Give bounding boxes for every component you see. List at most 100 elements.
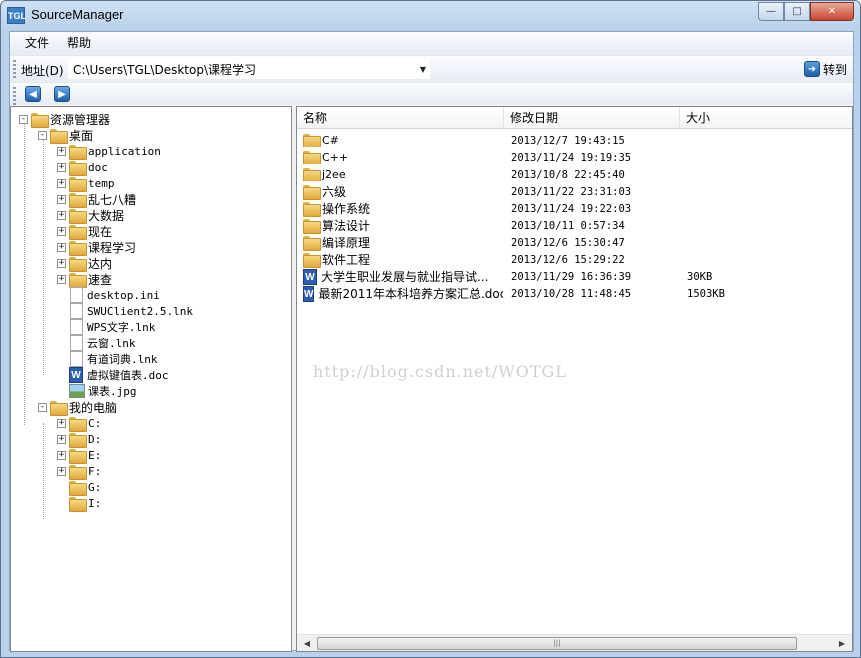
tree-item-label: 有道词典.lnk — [87, 353, 158, 366]
folder-tree[interactable]: - 资源管理器 - 桌面 + application + doc + temp + 乱七八糟 + 大数据 +… — [10, 106, 292, 652]
tree-item-label: 资源管理器 — [50, 112, 111, 127]
address-label: 地址(D) — [21, 64, 64, 78]
tree-item-label: desktop.ini — [87, 288, 160, 302]
column-header-date[interactable]: 修改日期 — [504, 107, 680, 129]
title-bar[interactable]: TGL SourceManager — □ ✕ — [1, 1, 860, 31]
file-list[interactable]: 名称 修改日期 大小 C# 2013/12/7 19:43:15 C++ 2013/1… — [296, 106, 853, 652]
file-name: j2ee — [322, 168, 346, 181]
tree-folder[interactable]: + temp — [57, 175, 115, 192]
toolbar-grip[interactable] — [13, 87, 16, 105]
tree-folder[interactable]: + 现在 — [57, 223, 112, 240]
list-item[interactable]: W 最新2011年本科培养方案汇总.doc 2013/10/28 11:48:45 1… — [297, 285, 852, 302]
tree-folder[interactable]: + 速查 — [57, 271, 113, 288]
address-combobox[interactable]: C:\Users\TGL\Desktop\课程学习 ▼ — [68, 59, 430, 79]
tree-file[interactable]: SWUClient2.5.lnk — [57, 303, 193, 319]
tree-file[interactable]: desktop.ini — [57, 287, 160, 303]
toolbar-grip[interactable] — [13, 60, 16, 78]
expand-icon[interactable]: + — [57, 466, 66, 476]
tree-folder[interactable]: + application — [57, 143, 161, 160]
list-item[interactable]: 算法设计 2013/10/11 0:57:34 — [297, 217, 852, 234]
column-header-size[interactable]: 大小 — [680, 107, 852, 129]
expand-icon[interactable]: + — [57, 178, 66, 188]
tree-folder[interactable]: + doc — [57, 159, 108, 176]
tree-drive[interactable]: G: — [57, 479, 102, 496]
scroll-left-icon[interactable]: ◀ — [299, 637, 315, 650]
forward-button[interactable]: ▶ — [54, 86, 70, 102]
list-item[interactable]: 六级 2013/11/22 23:31:03 — [297, 183, 852, 200]
tree-item-label: 我的电脑 — [69, 400, 118, 415]
file-icon — [70, 287, 83, 303]
expand-icon[interactable]: + — [57, 162, 66, 172]
horizontal-scrollbar[interactable]: ◀ ||| ▶ — [297, 634, 852, 651]
tree-folder[interactable]: + 达内 — [57, 255, 112, 272]
expand-icon[interactable]: + — [57, 418, 66, 428]
collapse-icon[interactable]: - — [38, 130, 47, 140]
tree-file[interactable]: W 虚拟键值表.doc — [57, 367, 169, 383]
tree-item-label: 课表.jpg — [88, 385, 137, 398]
expand-icon[interactable]: + — [57, 146, 66, 156]
tree-item-label: G: — [88, 480, 102, 494]
expand-icon[interactable]: + — [57, 210, 66, 220]
tree-file[interactable]: 有道词典.lnk — [57, 351, 158, 367]
tree-folder[interactable]: + 大数据 — [57, 207, 124, 224]
scroll-thumb[interactable]: ||| — [317, 637, 797, 650]
list-item[interactable]: 软件工程 2013/12/6 15:29:22 — [297, 251, 852, 268]
expand-icon[interactable]: + — [57, 258, 66, 268]
tree-drive[interactable]: + C: — [57, 415, 101, 432]
cell-name: 软件工程 — [303, 251, 503, 268]
cell-modified-date: 2013/11/24 19:22:03 — [511, 202, 632, 215]
window-title: SourceManager — [31, 7, 124, 22]
back-button[interactable]: ◀ — [25, 86, 41, 102]
menu-file[interactable]: 文件 — [10, 32, 58, 54]
list-item[interactable]: C++ 2013/11/24 19:19:35 — [297, 149, 852, 166]
list-item[interactable]: 操作系统 2013/11/24 19:22:03 — [297, 200, 852, 217]
tree-root[interactable]: - 资源管理器 — [19, 111, 111, 128]
expand-icon[interactable]: + — [57, 194, 66, 204]
menu-help[interactable]: 帮助 — [58, 32, 100, 54]
tree-file[interactable]: 课表.jpg — [57, 383, 137, 399]
cell-modified-date: 2013/11/22 23:31:03 — [511, 185, 632, 198]
collapse-icon[interactable]: - — [19, 114, 28, 124]
tree-folder[interactable]: + 乱七八糟 — [57, 191, 136, 208]
list-item[interactable]: j2ee 2013/10/8 22:45:40 — [297, 166, 852, 183]
minimize-button[interactable]: — — [758, 2, 784, 21]
file-icon — [70, 351, 83, 367]
tree-drive[interactable]: + F: — [57, 463, 101, 480]
tree-drive[interactable]: + E: — [57, 447, 101, 464]
arrow-right-icon: ➜ — [803, 61, 820, 77]
tree-desktop[interactable]: - 桌面 — [38, 127, 93, 144]
folder-icon — [69, 272, 87, 288]
folder-icon — [303, 219, 321, 234]
address-toolbar: 地址(D) C:\Users\TGL\Desktop\课程学习 ▼ ➜ 转到 — [10, 55, 853, 81]
expand-icon[interactable]: + — [57, 434, 66, 444]
tree-folder[interactable]: + 课程学习 — [57, 239, 136, 256]
cell-modified-date: 2013/12/6 15:30:47 — [511, 236, 625, 249]
maximize-icon: □ — [792, 6, 802, 17]
tree-computer[interactable]: - 我的电脑 — [38, 399, 118, 416]
tree-item-label: WPS文字.lnk — [87, 321, 156, 334]
tree-drive[interactable]: + D: — [57, 431, 101, 448]
column-header-name[interactable]: 名称 — [297, 107, 504, 129]
scroll-right-icon[interactable]: ▶ — [834, 637, 850, 650]
goto-button[interactable]: ➜ 转到 — [803, 60, 847, 78]
list-item[interactable]: W 大学生职业发展与就业指导试... 2013/11/29 16:36:39 30KB — [297, 268, 852, 285]
cell-name: 六级 — [303, 183, 503, 200]
tree-file[interactable]: WPS文字.lnk — [57, 319, 155, 335]
tree-item-label: temp — [88, 176, 115, 190]
tree-drive[interactable]: I: — [57, 495, 101, 512]
file-name: C++ — [322, 151, 349, 164]
close-icon: ✕ — [827, 6, 837, 17]
tree-file[interactable]: 云窗.lnk — [57, 335, 136, 351]
expand-icon[interactable]: + — [57, 242, 66, 252]
list-item[interactable]: 编译原理 2013/12/6 15:30:47 — [297, 234, 852, 251]
cell-modified-date: 2013/11/24 19:19:35 — [511, 151, 632, 164]
maximize-button[interactable]: □ — [784, 2, 810, 21]
collapse-icon[interactable]: - — [38, 402, 47, 412]
tree-item-label: 速查 — [88, 272, 113, 287]
expand-icon[interactable]: + — [57, 226, 66, 236]
close-button[interactable]: ✕ — [810, 2, 854, 21]
expand-icon[interactable]: + — [57, 450, 66, 460]
list-item[interactable]: C# 2013/12/7 19:43:15 — [297, 132, 852, 149]
chevron-down-icon[interactable]: ▼ — [420, 60, 426, 80]
expand-icon[interactable]: + — [57, 274, 66, 284]
